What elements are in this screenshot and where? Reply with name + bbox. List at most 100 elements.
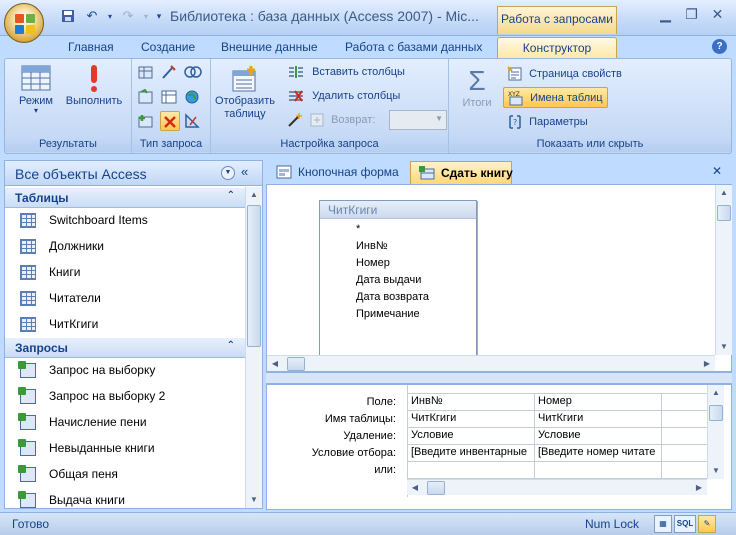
nav-item-query[interactable]: Общая пеня — [5, 462, 245, 488]
update-query-button[interactable] — [138, 113, 154, 132]
table-names-button[interactable]: XYZ Имена таблиц — [503, 87, 608, 108]
crosstab-button[interactable] — [161, 89, 177, 108]
grid-cell-criteria[interactable]: [Введите инвентарные — [408, 445, 535, 462]
grid-cell-empty[interactable] — [662, 428, 708, 445]
minimize-button[interactable]: ▁ — [653, 5, 678, 24]
nav-item-table[interactable]: Читатели — [5, 286, 245, 312]
tab-design[interactable]: Конструктор — [497, 37, 617, 58]
redo-dropdown-icon[interactable]: ▾ — [142, 7, 150, 25]
nav-item-table[interactable]: Должники — [5, 234, 245, 260]
scroll-left-icon[interactable]: ◀ — [407, 480, 423, 496]
design-hscroll-thumb[interactable] — [287, 357, 305, 371]
scroll-up-icon[interactable]: ▲ — [716, 185, 732, 201]
nav-scroll-thumb[interactable] — [247, 205, 261, 347]
pane-splitter[interactable] — [266, 372, 732, 384]
scroll-up-icon[interactable]: ▲ — [708, 385, 724, 401]
customize-qat-icon[interactable]: ▾ — [154, 7, 164, 25]
tab-external-data[interactable]: Внешние данные — [221, 37, 318, 58]
nav-item-query[interactable]: Запрос на выборку 2 — [5, 384, 245, 410]
doc-tab-switchboard[interactable]: Кнопочная форма — [268, 161, 408, 184]
show-table-button[interactable]: Отобразить таблицу — [215, 65, 275, 121]
field-item[interactable]: Дата возврата — [356, 291, 429, 303]
sql-view-status-icon[interactable]: SQL — [674, 515, 696, 533]
office-button[interactable] — [4, 3, 44, 43]
field-list-title[interactable]: ЧитКгиги — [320, 201, 476, 219]
tab-home[interactable]: Главная — [68, 37, 114, 58]
scroll-right-icon[interactable]: ▶ — [699, 356, 715, 372]
scroll-down-icon[interactable]: ▼ — [708, 463, 724, 479]
grid-cell-empty[interactable] — [662, 411, 708, 428]
design-view-status-icon[interactable]: ✎ — [698, 515, 716, 533]
scroll-left-icon[interactable]: ◀ — [267, 356, 283, 372]
run-button[interactable]: Выполнить — [59, 63, 129, 107]
nav-item-query[interactable]: Запрос на выборку — [5, 358, 245, 384]
nav-item-query[interactable]: Начисление пени — [5, 410, 245, 436]
grid-cell-or[interactable] — [408, 462, 535, 479]
nav-item-query[interactable]: Выдача книги — [5, 488, 245, 508]
make-table-button[interactable] — [161, 64, 177, 83]
doc-tab-return-book[interactable]: Сдать книгу — [410, 161, 513, 184]
grid-cell-empty[interactable] — [662, 445, 708, 462]
grid-cell-field[interactable]: Номер — [535, 394, 662, 411]
nav-scrollbar[interactable]: ▲ ▼ — [245, 187, 262, 508]
tab-create[interactable]: Создание — [141, 37, 195, 58]
design-vscrollbar[interactable]: ▲ ▼ — [715, 185, 732, 355]
undo-icon[interactable]: ↶ — [82, 7, 102, 25]
field-item[interactable]: * — [356, 223, 360, 235]
nav-item-query[interactable]: Невыданные книги — [5, 436, 245, 462]
nav-item-table[interactable]: Книги — [5, 260, 245, 286]
undo-dropdown-icon[interactable]: ▾ — [106, 7, 114, 25]
field-list-box[interactable]: ЧитКгиги * Инв№ Номер Дата выдачи Дата в… — [319, 200, 477, 360]
scroll-down-icon[interactable]: ▼ — [716, 339, 732, 355]
nav-header[interactable]: Все объекты Access ▼ « — [5, 161, 262, 186]
scroll-right-icon[interactable]: ▶ — [691, 480, 707, 496]
field-item[interactable]: Дата выдачи — [356, 274, 421, 286]
field-item[interactable]: Инв№ — [356, 240, 388, 252]
restore-button[interactable]: ❐ — [679, 5, 704, 24]
nav-item-table[interactable]: Switchboard Items — [5, 208, 245, 234]
builder-button[interactable] — [287, 112, 305, 128]
delete-query-button[interactable] — [160, 111, 180, 131]
select-query-button[interactable] — [138, 64, 154, 83]
nav-collapse-icon[interactable]: « — [241, 164, 248, 179]
parameters-button[interactable]: ? Параметры — [503, 112, 592, 132]
design-vscroll-thumb[interactable] — [717, 205, 731, 221]
datasheet-view-status-icon[interactable]: ▦ — [654, 515, 672, 533]
nav-section-queries[interactable]: Запросы ⌃ — [5, 338, 245, 358]
grid-hscrollbar[interactable]: ◀ ▶ — [407, 479, 707, 495]
totals-button[interactable]: Σ Итоги — [457, 65, 497, 109]
append-query-button[interactable] — [138, 88, 154, 108]
grid-cell-delete[interactable]: Условие — [408, 428, 535, 445]
nav-item-table[interactable]: ЧитКгиги — [5, 312, 245, 338]
collapse-section-icon[interactable]: ⌃ — [227, 340, 235, 351]
delete-columns-button[interactable]: Удалить столбцы — [287, 89, 400, 103]
field-item[interactable]: Примечание — [356, 308, 420, 320]
grid-cell-criteria[interactable]: [Введите номер читате — [535, 445, 662, 462]
grid-vscrollbar[interactable]: ▲ ▼ — [707, 385, 724, 479]
grid-cell-table[interactable]: ЧитКгиги — [408, 411, 535, 428]
grid-cell-or[interactable] — [535, 462, 662, 479]
scroll-up-icon[interactable]: ▲ — [246, 187, 262, 203]
pass-through-button[interactable] — [184, 89, 200, 108]
help-icon[interactable]: ? — [712, 39, 727, 54]
grid-cell-field[interactable]: Инв№ — [408, 394, 535, 411]
collapse-section-icon[interactable]: ⌃ — [227, 190, 235, 201]
scroll-down-icon[interactable]: ▼ — [246, 492, 262, 508]
grid-cell-delete[interactable]: Условие — [535, 428, 662, 445]
grid-hscroll-thumb[interactable] — [427, 481, 445, 495]
design-hscrollbar[interactable]: ◀ ▶ — [267, 355, 715, 371]
nav-menu-dropdown-icon[interactable]: ▼ — [221, 166, 235, 180]
grid-cell-empty[interactable] — [662, 462, 708, 479]
save-icon[interactable] — [58, 7, 78, 25]
close-document-icon[interactable]: ✕ — [712, 164, 722, 178]
redo-icon[interactable]: ↷ — [118, 7, 138, 25]
field-item[interactable]: Номер — [356, 257, 390, 269]
property-sheet-button[interactable]: Страница свойств — [503, 64, 626, 84]
insert-columns-button[interactable]: Вставить столбцы — [287, 65, 405, 79]
union-query-button[interactable] — [184, 64, 202, 83]
tab-database-tools[interactable]: Работа с базами данных — [345, 37, 482, 58]
grid-cell-table[interactable]: ЧитКгиги — [535, 411, 662, 428]
nav-section-tables[interactable]: Таблицы ⌃ — [5, 188, 245, 208]
return-select[interactable]: ▼ — [389, 110, 447, 130]
close-button[interactable]: ✕ — [705, 5, 730, 24]
